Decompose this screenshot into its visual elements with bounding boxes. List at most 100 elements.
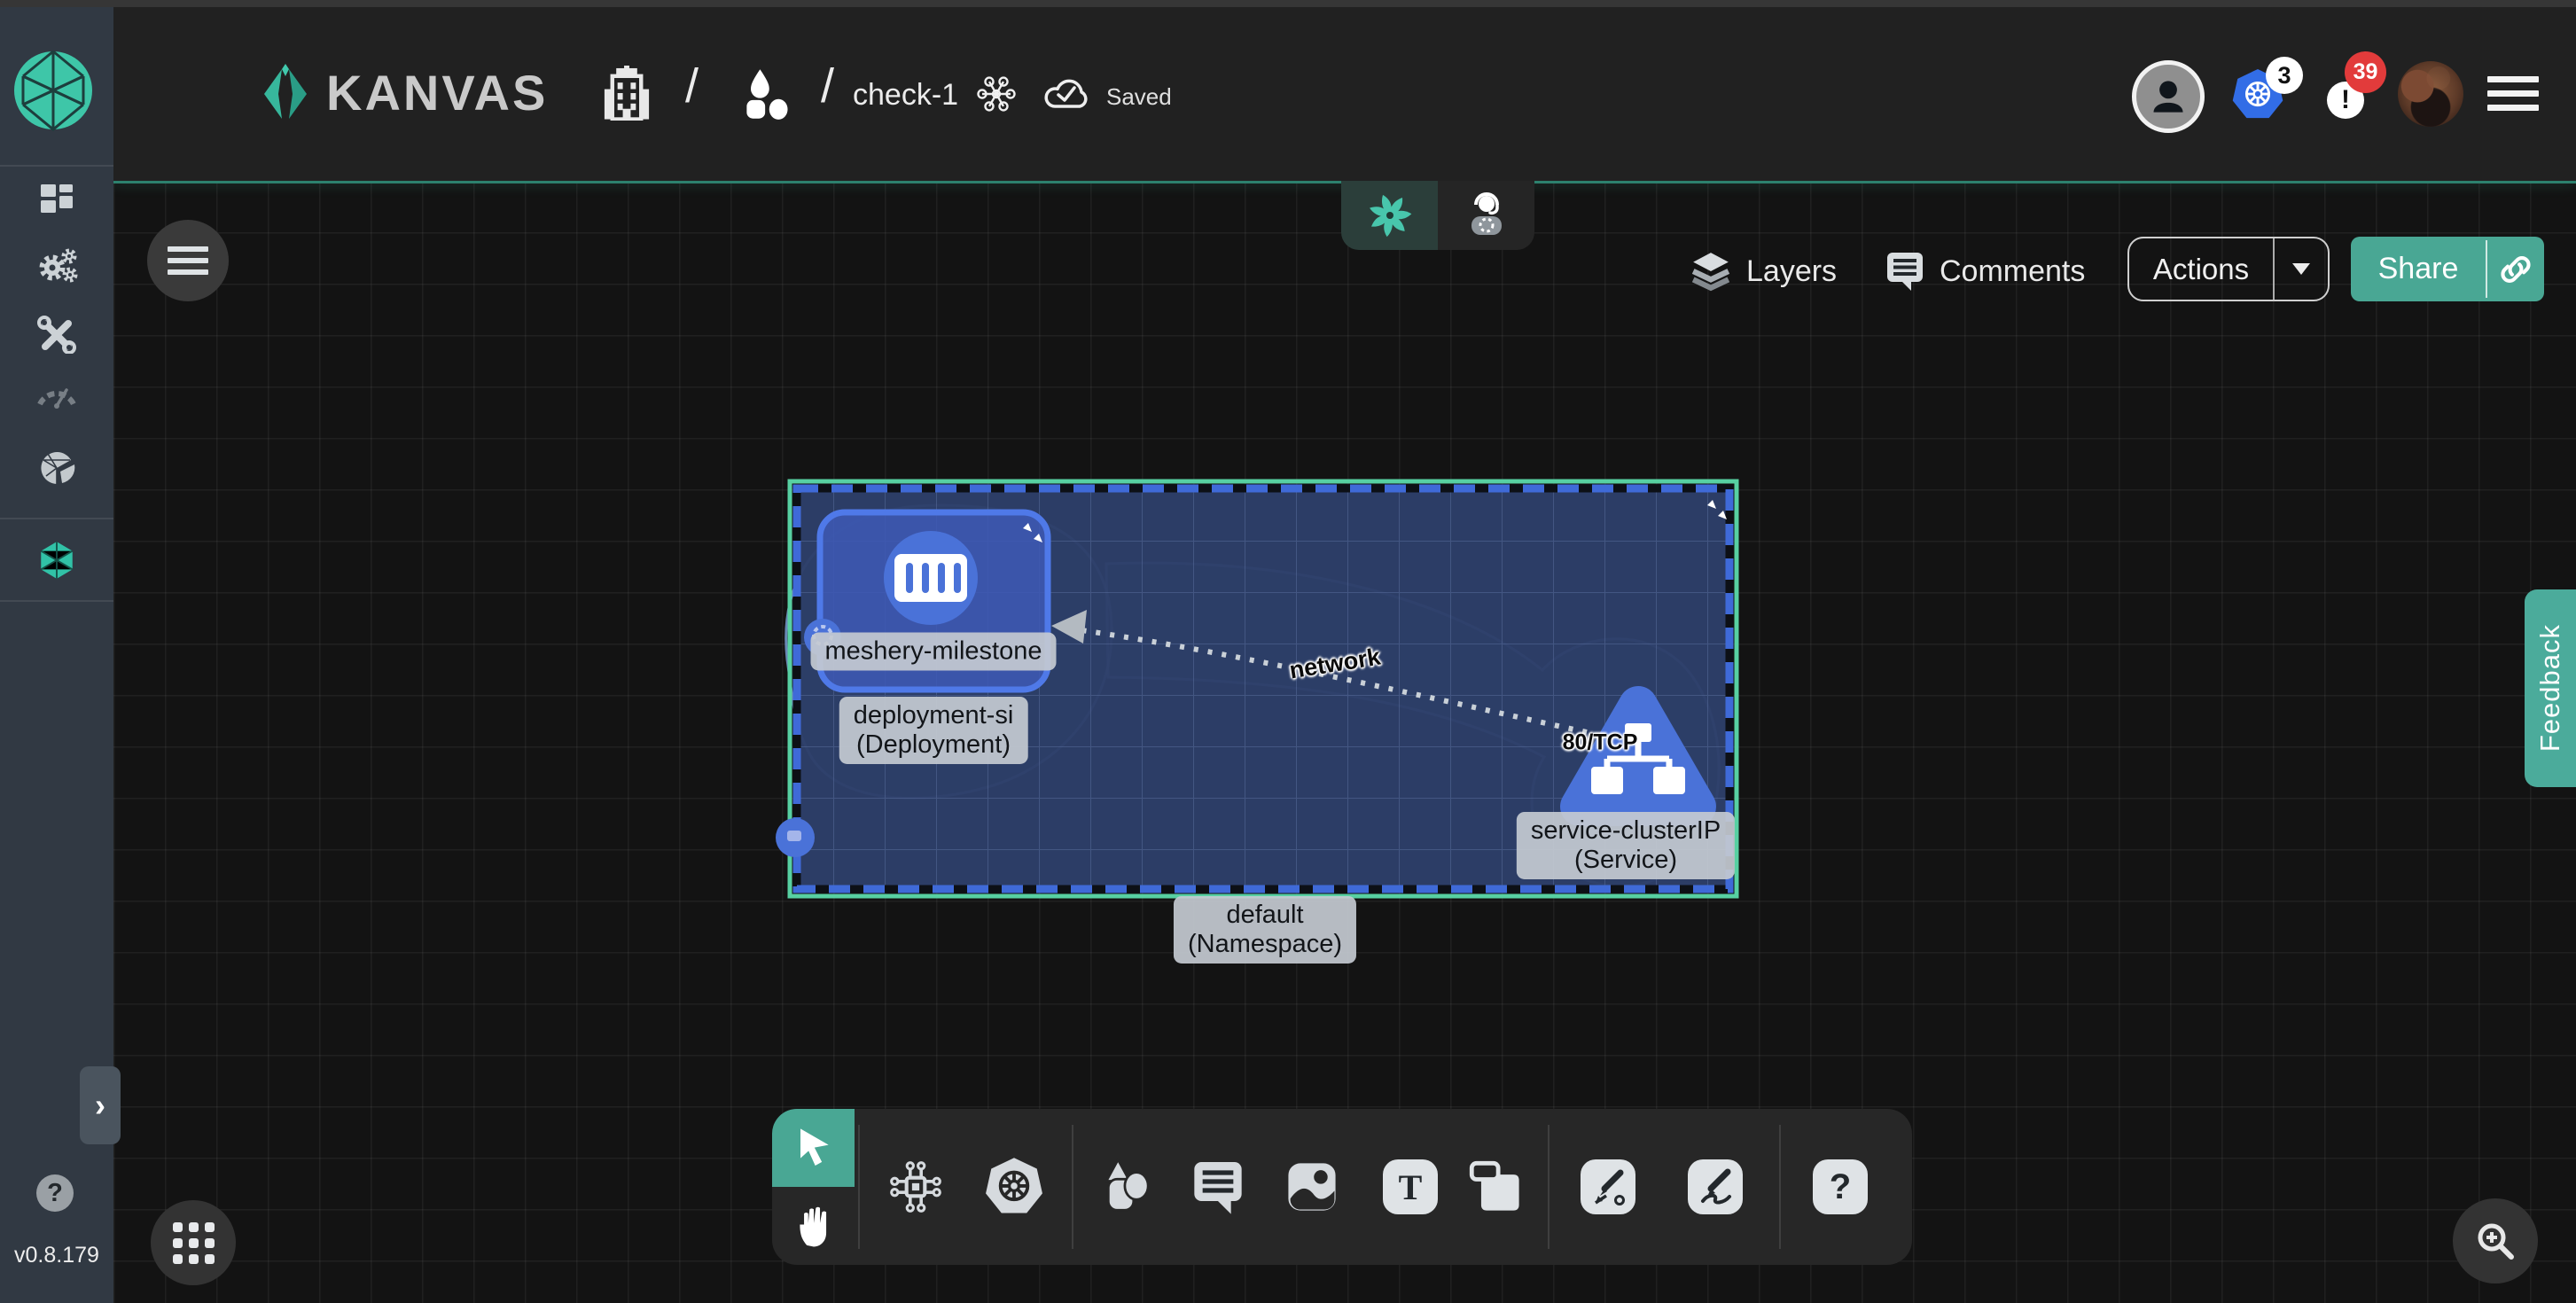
text-icon: T — [1383, 1159, 1438, 1214]
image-tool[interactable] — [1284, 1159, 1339, 1214]
actions-button[interactable]: Actions — [2127, 237, 2330, 301]
sidebar-item-performance[interactable] — [0, 365, 113, 422]
spiral-icon — [1363, 189, 1417, 242]
shapes-icon — [1097, 1156, 1155, 1218]
chevron-down-icon — [2292, 263, 2310, 275]
service-kind-label: service-clusterIP (Service) — [1517, 812, 1735, 879]
select-tool[interactable] — [772, 1109, 855, 1187]
pen-arrow-tool[interactable] — [1581, 1159, 1635, 1214]
toolbar-separator — [1072, 1125, 1073, 1249]
pen-arrow-icon — [1581, 1159, 1635, 1214]
kubernetes-icon — [983, 1156, 1045, 1218]
note-tool[interactable] — [1468, 1159, 1525, 1214]
user-avatar[interactable] — [2398, 61, 2463, 127]
actions-divider — [2273, 238, 2275, 300]
meshery-logo[interactable] — [12, 50, 94, 131]
comments-icon — [1885, 250, 1925, 293]
design-canvas[interactable]: meshery-milestone deployment-si (Deploym… — [113, 181, 2576, 1303]
expand-sidebar-button[interactable]: › — [80, 1066, 121, 1144]
brand-wordmark: KANVAS — [326, 64, 548, 121]
pan-tool[interactable] — [772, 1187, 855, 1265]
toolbar-separator — [1779, 1125, 1781, 1249]
sidebar-item-dashboard[interactable] — [0, 170, 113, 227]
header-menu-button[interactable] — [2487, 76, 2539, 111]
layers-icon — [1690, 250, 1732, 293]
cursor-icon — [792, 1126, 836, 1170]
collaborator-meshery-bot[interactable] — [1341, 181, 1438, 250]
help-button[interactable]: ? — [36, 1174, 74, 1212]
image-icon — [1284, 1159, 1339, 1214]
design-icon[interactable] — [973, 71, 1019, 117]
collaborator-support-agent[interactable] — [1438, 181, 1534, 250]
share-button[interactable]: Share — [2351, 237, 2544, 301]
text-tool[interactable]: T — [1383, 1159, 1438, 1214]
breadcrumb-design-name[interactable]: check-1 — [853, 78, 958, 113]
actions-label: Actions — [2129, 238, 2273, 300]
sidebar-item-lifecycle[interactable] — [0, 238, 113, 294]
link-icon — [2495, 249, 2536, 290]
app-header: KANVAS / / check-1 — [113, 0, 2576, 181]
anonymous-user-avatar[interactable] — [2132, 60, 2205, 133]
sidebar-item-configuration[interactable] — [0, 305, 113, 362]
dashboard-icon — [36, 178, 77, 219]
workspace-icon[interactable] — [739, 67, 789, 121]
grid-dots-icon — [173, 1222, 215, 1264]
cloud-saved-icon — [1041, 73, 1092, 113]
left-rail: › ? v0.8.179 — [0, 0, 113, 1303]
tools-dock: T — [772, 1109, 1912, 1265]
kubernetes-tool[interactable] — [983, 1156, 1045, 1218]
note-icon — [1468, 1159, 1525, 1214]
sidebar-item-kanvas-active[interactable] — [0, 532, 113, 589]
copy-link-button[interactable] — [2487, 237, 2544, 301]
deployment-node-label: meshery-milestone — [811, 632, 1057, 670]
toolbar-separator — [1548, 1125, 1550, 1249]
zoom-in-icon — [2471, 1216, 2520, 1266]
version-label: v0.8.179 — [14, 1243, 99, 1268]
comment-tool-icon — [1190, 1159, 1245, 1215]
comments-label: Comments — [1940, 254, 2085, 289]
organization-icon[interactable] — [600, 66, 653, 121]
tools-icon — [36, 313, 77, 354]
shapes-tool[interactable] — [1097, 1156, 1155, 1218]
notification-count-badge[interactable]: 39 — [2345, 51, 2386, 93]
component-tool[interactable] — [886, 1158, 945, 1216]
comment-tool[interactable] — [1190, 1159, 1245, 1215]
namespace-kind-label: default (Namespace) — [1174, 896, 1356, 964]
hamburger-icon — [2487, 76, 2539, 82]
comments-button[interactable]: Comments — [1885, 249, 2085, 293]
kubernetes-context-badge[interactable]: 3 — [2266, 57, 2303, 94]
sidebar-item-extensions[interactable] — [0, 438, 113, 495]
layers-label: Layers — [1746, 254, 1837, 289]
gauge-icon — [35, 376, 79, 411]
breadcrumb-separator: / — [685, 59, 699, 113]
feedback-label: Feedback — [2534, 624, 2566, 752]
breadcrumb-separator: / — [821, 59, 834, 113]
window-edge — [0, 0, 2576, 7]
layers-button[interactable]: Layers — [1690, 249, 1837, 293]
chevron-right-icon: › — [95, 1087, 105, 1124]
person-icon — [2149, 77, 2188, 116]
menu-icon — [168, 240, 208, 281]
canvas-menu-button[interactable] — [147, 220, 229, 301]
feedback-tab[interactable]: Feedback — [2525, 589, 2576, 787]
meshery-extensions-icon — [35, 445, 78, 488]
zoom-button[interactable] — [2453, 1198, 2538, 1283]
actions-caret-button[interactable] — [2275, 238, 2328, 300]
deployment-kind-label: deployment-si (Deployment) — [839, 697, 1028, 764]
kanvas-active-icon — [35, 539, 78, 581]
gears-icon — [35, 246, 79, 286]
snap-grid-button[interactable] — [151, 1200, 236, 1285]
save-status: Saved — [1106, 83, 1172, 111]
share-label: Share — [2351, 237, 2486, 301]
hand-icon — [792, 1204, 835, 1248]
help-icon: ? — [47, 1179, 63, 1208]
component-icon — [886, 1158, 945, 1216]
collaborator-bar — [1341, 181, 1534, 250]
kanvas-logo-icon — [255, 64, 316, 124]
pencil-tool[interactable] — [1688, 1159, 1743, 1214]
service-port-label: 80/TCP — [1563, 730, 1638, 756]
kanvas-app: meshery-milestone deployment-si (Deploym… — [0, 0, 2576, 1303]
toolbar-separator — [858, 1125, 860, 1249]
help-tool[interactable]: ? — [1813, 1159, 1868, 1214]
question-icon: ? — [1813, 1159, 1868, 1214]
